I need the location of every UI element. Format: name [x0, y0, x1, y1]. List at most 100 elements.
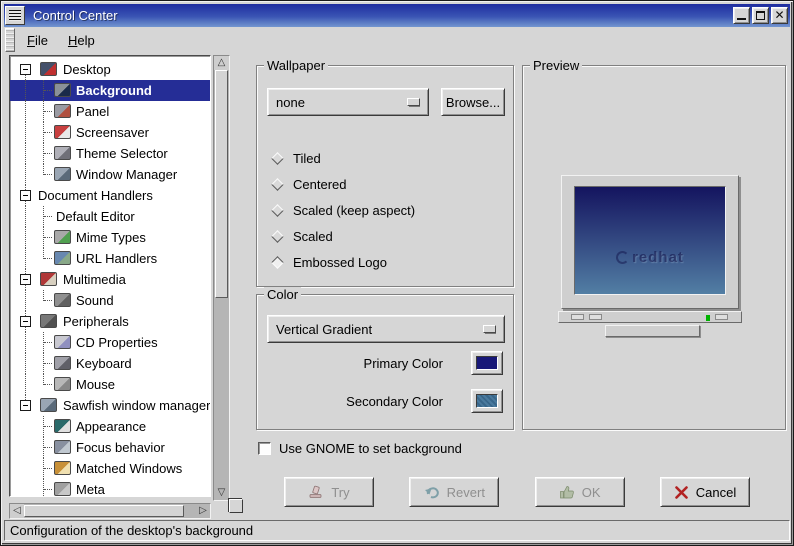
tree-item-label: Window Manager [76, 167, 178, 182]
resize-grip[interactable] [229, 499, 243, 513]
tree-expander-minus[interactable] [20, 64, 31, 75]
browse-button[interactable]: Browse... [441, 88, 505, 116]
primary-color-fill [476, 356, 498, 370]
mouse-icon [54, 377, 71, 391]
try-icon [308, 485, 324, 499]
tree-item-matched-windows[interactable]: Matched Windows [10, 458, 210, 479]
secondary-color-swatch[interactable] [471, 389, 503, 413]
desktop-icon [40, 62, 57, 76]
gradient-type-dropdown[interactable]: Vertical Gradient [267, 315, 505, 343]
radio-tiled[interactable]: Tiled [271, 150, 415, 166]
tree-item-screensaver[interactable]: Screensaver [10, 122, 210, 143]
tree-expander-minus[interactable] [20, 400, 31, 411]
tree-item-default-editor[interactable]: Default Editor [10, 206, 210, 227]
statusbar: Configuration of the desktop's backgroun… [4, 520, 790, 541]
radio-diamond-icon[interactable] [271, 152, 284, 165]
revert-button[interactable]: Revert [409, 477, 500, 507]
tree-item-url-handlers[interactable]: URL Handlers [10, 248, 210, 269]
tree-item-label: Theme Selector [76, 146, 168, 161]
tree-guide-line [25, 143, 26, 164]
radio-diamond-icon[interactable] [271, 178, 284, 191]
tree-expander-minus[interactable] [20, 274, 31, 285]
tree-item-document-handlers[interactable]: Document Handlers [10, 185, 210, 206]
radio-centered[interactable]: Centered [271, 176, 415, 192]
minimize-button[interactable] [733, 7, 750, 24]
mime-types-icon [54, 230, 71, 244]
tree-item-label: Desktop [63, 62, 111, 77]
tree-item-sound[interactable]: Sound [10, 290, 210, 311]
tree-item-mouse[interactable]: Mouse [10, 374, 210, 395]
tree-item-cd-properties[interactable]: CD Properties [10, 332, 210, 353]
tree-item-keyboard[interactable]: Keyboard [10, 353, 210, 374]
close-button[interactable]: ✕ [771, 7, 788, 24]
tree-item-focus-behavior[interactable]: Focus behavior [10, 437, 210, 458]
tree-item-multimedia[interactable]: Multimedia [10, 269, 210, 290]
radio-scaled[interactable]: Scaled [271, 228, 415, 244]
tree-item-label: Peripherals [63, 314, 129, 329]
scroll-up-icon[interactable]: △ [214, 56, 229, 70]
tree-item-label: Panel [76, 104, 110, 119]
tree-expander-minus[interactable] [20, 316, 31, 327]
monitor-base [558, 311, 742, 323]
tree-item-background[interactable]: Background [10, 80, 210, 101]
scroll-left-icon[interactable]: ◁ [10, 504, 24, 518]
scroll-down-icon[interactable]: ▽ [214, 486, 229, 500]
tree-guide-line [43, 479, 44, 496]
tree-item-window-manager[interactable]: Window Manager [10, 164, 210, 185]
tree-item-desktop[interactable]: Desktop [10, 59, 210, 80]
tree-item-label: Multimedia [63, 272, 126, 287]
statusbar-text: Configuration of the desktop's backgroun… [10, 523, 254, 538]
radio-scaled-keep-aspect[interactable]: Scaled (keep aspect) [271, 202, 415, 218]
tree-guide-stub [44, 216, 52, 217]
ok-button[interactable]: OK [534, 477, 625, 507]
screensaver-icon [54, 125, 71, 139]
maximize-button[interactable] [752, 7, 769, 24]
menu-help[interactable]: Help [58, 27, 105, 53]
button-label: Try [331, 484, 350, 500]
scroll-right-icon[interactable]: ▷ [196, 504, 210, 518]
cancel-button[interactable]: Cancel [659, 477, 750, 507]
tree-guide-stub [44, 90, 52, 91]
tree-vertical-scrollbar[interactable]: △ ▽ [213, 55, 230, 501]
browse-button-label: Browse... [445, 94, 501, 110]
window-menu-icon[interactable] [5, 6, 25, 25]
tree-guide-stub [44, 237, 52, 238]
radio-diamond-icon[interactable] [271, 256, 284, 269]
tree-guide-stub [44, 174, 52, 175]
try-button[interactable]: Try [284, 477, 374, 507]
secondary-color-label: Secondary Color [346, 393, 443, 409]
radio-label: Tiled [293, 150, 321, 166]
wallpaper-dropdown[interactable]: none [267, 88, 429, 116]
tree-item-mime-types[interactable]: Mime Types [10, 227, 210, 248]
tree-item-peripherals[interactable]: Peripherals [10, 311, 210, 332]
tree-item-appearance[interactable]: Appearance [10, 416, 210, 437]
tree-item-panel[interactable]: Panel [10, 101, 210, 122]
tree-item-label: Mouse [76, 377, 116, 392]
tree-item-label: Document Handlers [38, 188, 153, 203]
radio-diamond-icon[interactable] [271, 230, 284, 243]
tree-horizontal-scrollbar[interactable]: ◁ ▷ [9, 503, 211, 519]
use-gnome-checkbox[interactable] [258, 442, 271, 455]
panel-icon [54, 104, 71, 118]
tree-item-label: Default Editor [56, 209, 135, 224]
redhat-logo: redhat [575, 249, 725, 266]
radio-embossed-logo[interactable]: Embossed Logo [271, 254, 415, 270]
keyboard-icon [54, 356, 71, 370]
tree-item-sawfish-window-manager[interactable]: Sawfish window manager [10, 395, 210, 416]
primary-color-swatch[interactable] [471, 351, 503, 375]
horizontal-scroll-thumb[interactable] [24, 505, 184, 517]
url-handlers-icon [54, 251, 71, 265]
menu-file[interactable]: File [17, 27, 58, 53]
tree-item-theme-selector[interactable]: Theme Selector [10, 143, 210, 164]
tree-guide-stub [44, 489, 52, 490]
menubar-drag-handle[interactable] [5, 28, 15, 52]
vertical-scroll-thumb[interactable] [215, 70, 228, 298]
radio-diamond-icon[interactable] [271, 204, 284, 217]
tree-item-meta[interactable]: Meta [10, 479, 210, 496]
option-menu-handle-icon [483, 325, 496, 333]
tree-expander-minus[interactable] [20, 190, 31, 201]
tree-guide-line [25, 374, 26, 395]
tree-guide-stub [44, 300, 52, 301]
titlebar[interactable]: Control Center ✕ [4, 4, 790, 27]
use-gnome-checkbox-row[interactable]: Use GNOME to set background [258, 441, 462, 456]
